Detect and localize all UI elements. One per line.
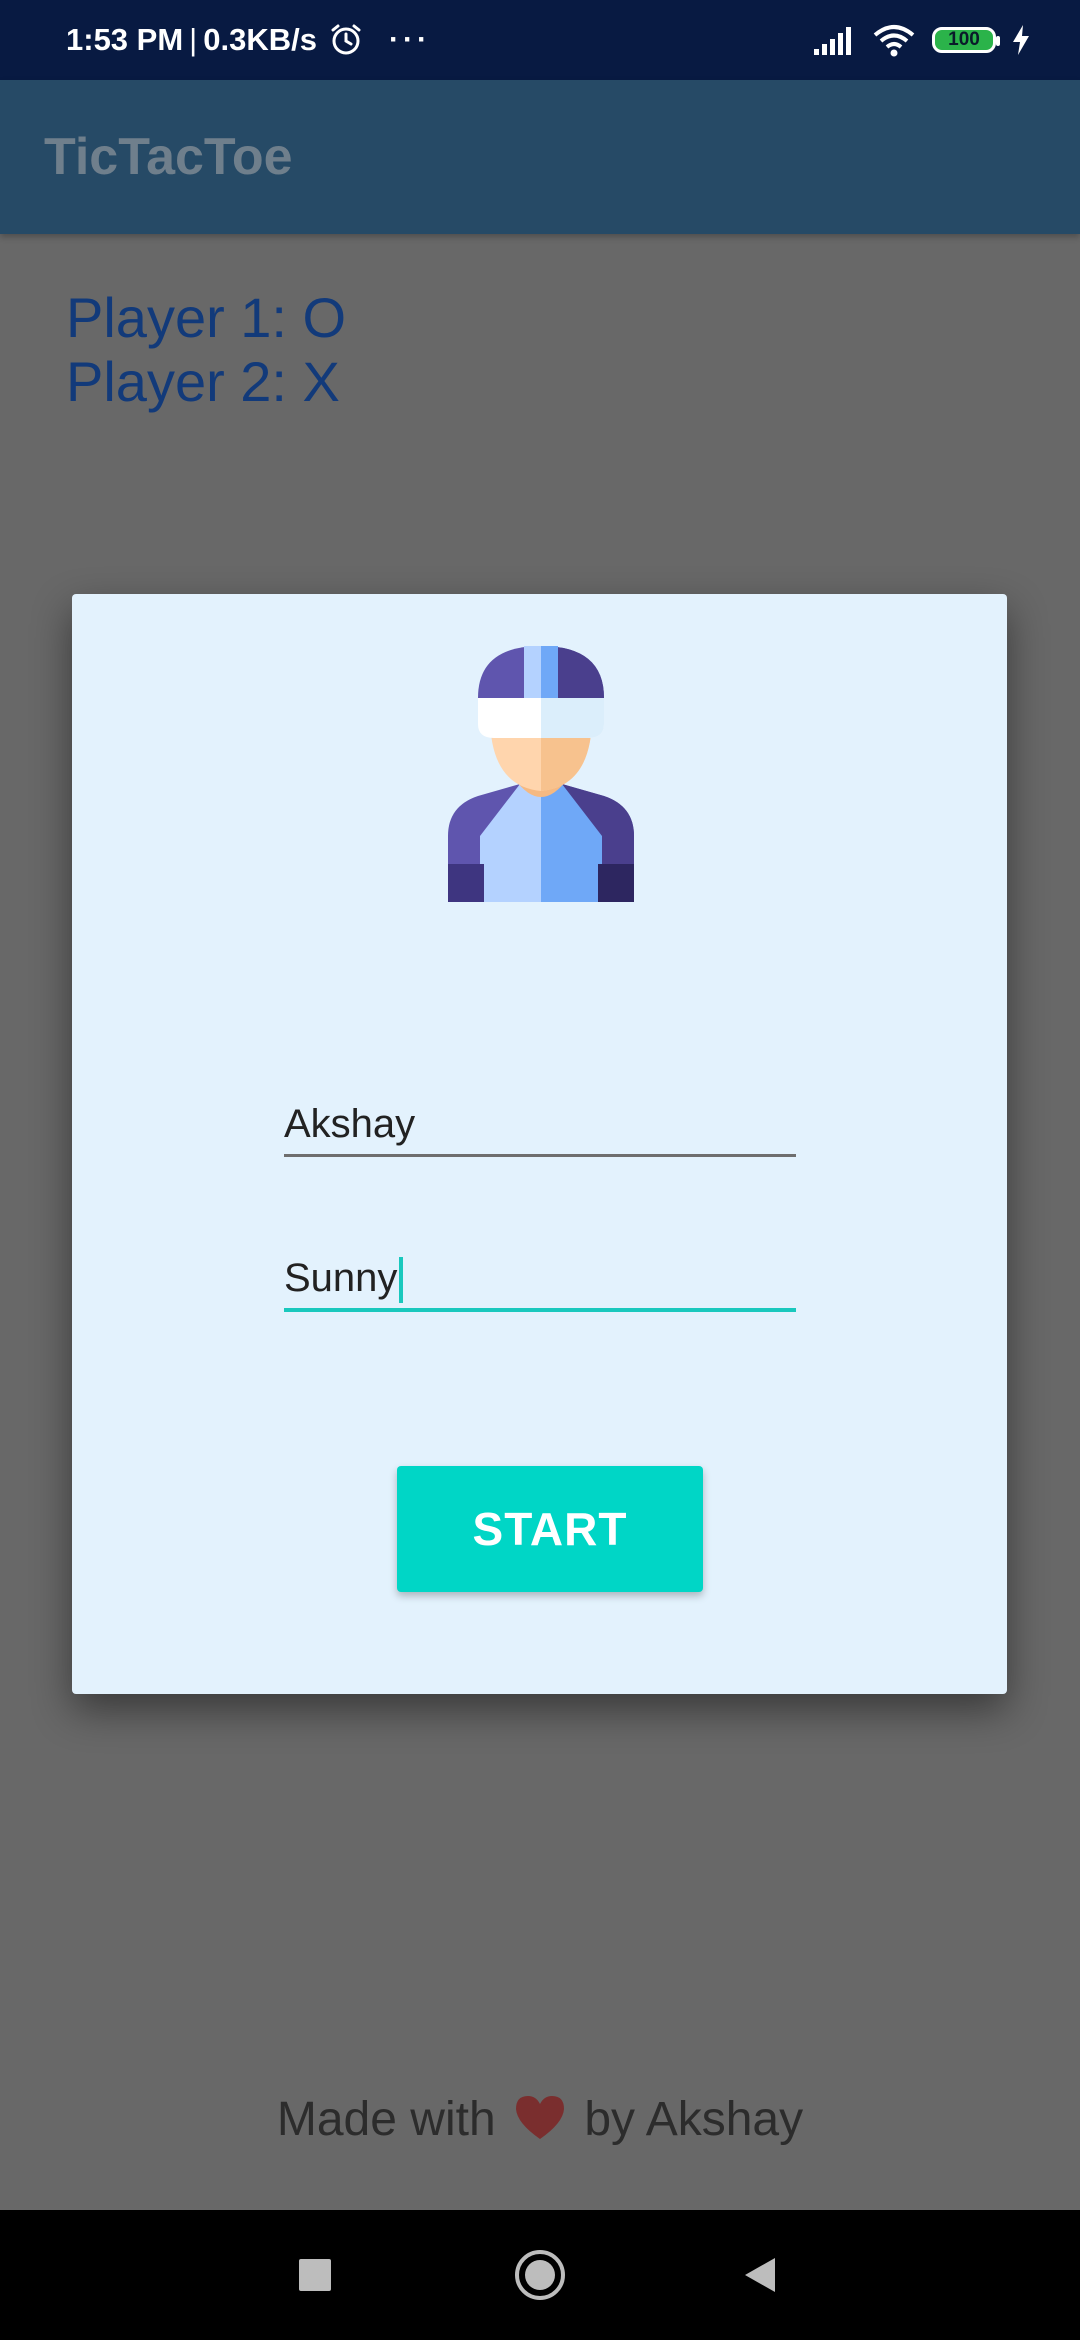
text-cursor: [399, 1257, 404, 1304]
player-1-name-input[interactable]: Akshay: [284, 1094, 796, 1157]
back-triangle-icon: [745, 2258, 775, 2292]
footer-prefix: Made with: [276, 2093, 496, 2146]
signal-icon: [814, 27, 851, 55]
battery-icon: 100: [932, 27, 1000, 53]
square-icon: [299, 2259, 331, 2291]
back-button[interactable]: [740, 2210, 780, 2340]
heart-icon: [515, 2096, 564, 2139]
player-2-name-input[interactable]: Sunny: [284, 1248, 796, 1312]
recent-apps-button[interactable]: [290, 2210, 340, 2340]
status-left: 1:53 PM | 0.3KB/s ···: [66, 0, 431, 80]
circle-icon: [515, 2250, 565, 2300]
wifi-icon: [873, 25, 915, 57]
player-1-symbol: Player 1: O: [66, 286, 347, 349]
app-title: TicTacToe: [44, 128, 293, 186]
status-time: 1:53 PM: [66, 22, 184, 57]
home-button[interactable]: [512, 2210, 568, 2340]
more-notifications-icon: ···: [388, 23, 431, 56]
footer-credit: Made with by Akshay: [0, 2092, 1080, 2147]
status-separator: |: [189, 22, 198, 57]
app-bar: TicTacToe: [0, 80, 1080, 234]
status-bar: 1:53 PM | 0.3KB/s ··· 100: [0, 0, 1080, 80]
player-1-name-value: Akshay: [284, 1102, 416, 1146]
status-network-speed: 0.3KB/s: [203, 22, 317, 57]
player-2-symbol: Player 2: X: [66, 350, 340, 413]
start-button-label: START: [472, 1503, 628, 1555]
player-2-name-value: Sunny: [284, 1256, 398, 1300]
player-names-dialog: Akshay Sunny START: [72, 594, 1007, 1694]
alarm-icon: [331, 24, 361, 55]
battery-level: 100: [948, 29, 980, 50]
navigation-bar: [0, 2210, 1080, 2340]
start-button[interactable]: START: [397, 1466, 703, 1592]
charging-icon: [1013, 25, 1029, 55]
footer-suffix: by Akshay: [584, 2093, 804, 2146]
player-avatar-icon: [448, 646, 634, 902]
players-legend: Player 1: O Player 2: X: [66, 286, 346, 414]
status-right: 100: [814, 0, 1030, 80]
